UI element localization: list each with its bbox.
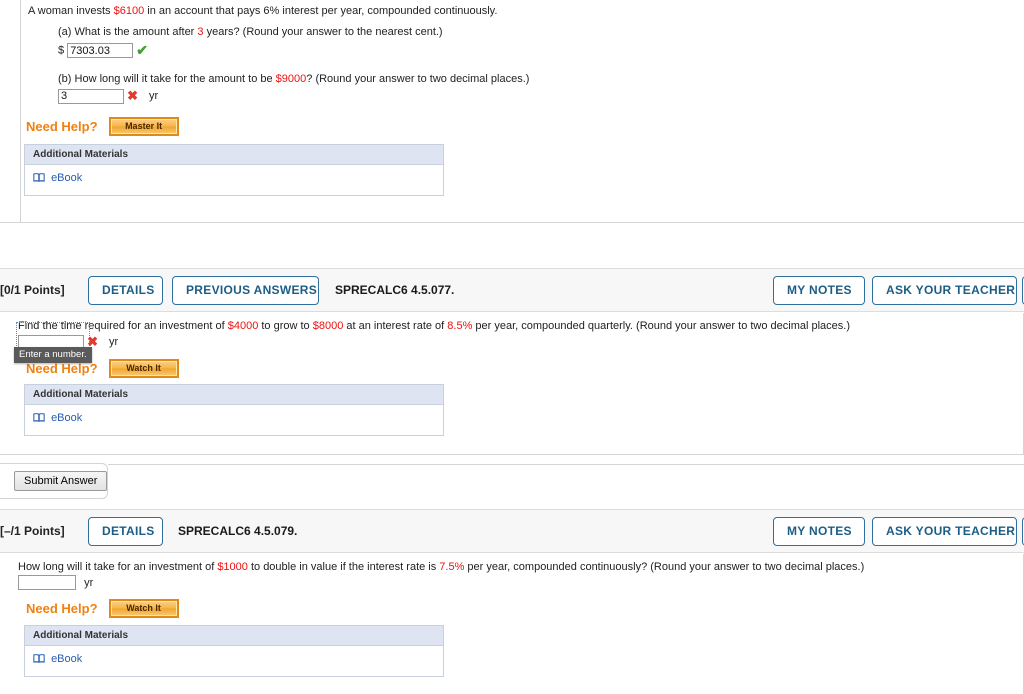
- q3-seg-3: 7.5%: [439, 561, 465, 573]
- q3-seg-4: per year, compounded continuously? (Roun…: [464, 561, 865, 573]
- q1b-label: (b): [58, 73, 72, 85]
- question-2-stem: Find the time required for an investment…: [18, 319, 1008, 334]
- question-1-need-help: Need Help? Master It: [26, 117, 179, 136]
- ebook-icon: [33, 412, 45, 426]
- q2-seg-1: $4000: [227, 320, 259, 332]
- additional-materials-header: Additional Materials: [25, 145, 443, 165]
- question-1-part-a-text: (a) What is the amount after 3 years? (R…: [58, 25, 958, 40]
- q2-seg-2: to grow to: [258, 320, 313, 332]
- dollar-sign-label: $: [58, 44, 65, 57]
- question-2-code: SPRECALC6 4.5.077.: [335, 283, 455, 297]
- enter-a-number-tooltip: Enter a number.: [14, 347, 92, 363]
- q1a-label: (a): [58, 26, 72, 38]
- q1b-text-before: How long will it take for the amount to …: [71, 73, 276, 85]
- question-1-part-b-answer-row: ✖ yr: [58, 88, 158, 104]
- ebook-link[interactable]: eBook: [51, 172, 82, 184]
- question-1-additional-materials: Additional Materials eBook: [24, 144, 444, 196]
- additional-materials-header: Additional Materials: [25, 626, 443, 646]
- q1a-answer-input[interactable]: [67, 43, 134, 58]
- ebook-link[interactable]: eBook: [51, 412, 82, 424]
- additional-materials-body: eBook: [25, 165, 443, 195]
- ebook-icon: [33, 172, 45, 186]
- q2-seg-4: at an interest rate of: [343, 320, 448, 332]
- need-help-label: Need Help?: [26, 119, 98, 134]
- question-1-part-a-answer-row: $ ✔: [58, 42, 148, 59]
- question-2-header: [0/1 Points] DETAILS PREVIOUS ANSWERS SP…: [0, 268, 1024, 312]
- q3-unit-label: yr: [84, 576, 94, 589]
- q3-seg-1: $1000: [217, 561, 248, 573]
- q2-seg-5: 8.5%: [447, 320, 473, 332]
- additional-materials-header: Additional Materials: [25, 385, 443, 405]
- master-it-button[interactable]: Master It: [108, 117, 179, 136]
- q1a-text-after: years? (Round your answer to the nearest…: [203, 26, 443, 38]
- question-1-part-b-text: (b) How long will it take for the amount…: [58, 72, 998, 87]
- q1-stem-prefix: A woman invests: [28, 5, 114, 17]
- q2-unit-label: yr: [109, 336, 119, 348]
- question-3-my-notes-button[interactable]: MY NOTES: [773, 517, 865, 546]
- question-3-details-button[interactable]: DETAILS: [88, 517, 163, 546]
- q2-seg-6: per year, compounded quarterly. (Round y…: [472, 320, 851, 332]
- question-3-need-help: Need Help? Watch It: [26, 599, 179, 618]
- q3-seg-2: to double in value if the interest rate …: [247, 561, 440, 573]
- q1b-value: $9000: [275, 73, 307, 85]
- question-3-stem: How long will it take for an investment …: [18, 560, 1008, 575]
- watch-it-button[interactable]: Watch It: [108, 599, 179, 618]
- question-1-stem: A woman invests $6100 in an account that…: [28, 4, 988, 19]
- q1b-answer-input[interactable]: [58, 88, 124, 104]
- watch-it-button[interactable]: Watch It: [108, 359, 179, 378]
- question-2-details-button[interactable]: DETAILS: [88, 276, 163, 305]
- question-3-additional-materials: Additional Materials eBook: [24, 625, 444, 677]
- additional-materials-body: eBook: [25, 405, 443, 435]
- submit-answer-button[interactable]: Submit Answer: [14, 471, 108, 491]
- ebook-icon: [33, 653, 45, 667]
- q2-seg-3: $8000: [312, 320, 344, 332]
- need-help-label: Need Help?: [26, 601, 98, 616]
- q1b-text-after: ? (Round your answer to two decimal plac…: [306, 73, 530, 85]
- question-2-my-notes-button[interactable]: MY NOTES: [773, 276, 865, 305]
- need-help-label: Need Help?: [26, 361, 98, 376]
- submit-bar-divider: [108, 464, 1024, 465]
- question-3-ask-your-teacher-button[interactable]: ASK YOUR TEACHER: [872, 517, 1017, 546]
- q3-answer-input[interactable]: [18, 575, 76, 590]
- additional-materials-body: eBook: [25, 646, 443, 676]
- q1b-unit-label: yr: [149, 90, 159, 102]
- question-3-header: [–/1 Points] DETAILS SPRECALC6 4.5.079. …: [0, 509, 1024, 553]
- question-2-previous-answers-button[interactable]: PREVIOUS ANSWERS: [172, 276, 319, 305]
- q1-stem-suffix: in an account that pays 6% interest per …: [144, 5, 498, 17]
- q1a-text-before: What is the amount after: [71, 26, 198, 38]
- question-3-code: SPRECALC6 4.5.079.: [178, 524, 298, 538]
- section-divider-1: [0, 222, 1024, 223]
- q3-seg-0: How long will it take for an investment …: [18, 561, 218, 573]
- checkmark-icon: ✔: [136, 42, 148, 58]
- question-2-points: [0/1 Points]: [0, 283, 65, 297]
- ebook-link[interactable]: eBook: [51, 653, 82, 665]
- question-2-ask-your-teacher-button[interactable]: ASK YOUR TEACHER: [872, 276, 1017, 305]
- q1-stem-value: $6100: [113, 5, 145, 17]
- question-3-answer-row: yr: [18, 575, 93, 590]
- question-2-additional-materials: Additional Materials eBook: [24, 384, 444, 436]
- question-3-points: [–/1 Points]: [0, 524, 65, 538]
- q2-seg-0: Find the time required for an investment…: [18, 320, 228, 332]
- cross-icon: ✖: [127, 88, 138, 103]
